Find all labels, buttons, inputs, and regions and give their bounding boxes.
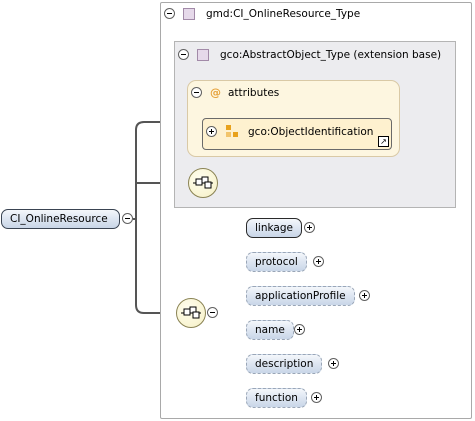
expand-protocol-icon[interactable] <box>313 256 324 267</box>
abstract-type-icon <box>197 49 209 61</box>
attribute-group-label: gco:ObjectIdentification <box>248 126 374 138</box>
expand-linkage-icon[interactable] <box>304 222 315 233</box>
root-element-label: CI_OnlineResource <box>10 213 108 225</box>
element-function[interactable]: function <box>246 388 307 408</box>
at-sign-icon: @ <box>210 86 221 99</box>
element-label: name <box>255 324 285 336</box>
external-link-icon[interactable]: ↗ <box>378 136 389 147</box>
element-label: function <box>255 392 298 404</box>
sequence-symbol-icon <box>193 176 213 189</box>
element-label: description <box>255 358 314 370</box>
element-description[interactable]: description <box>246 354 323 374</box>
collapse-root-icon[interactable] <box>122 213 133 224</box>
attribute-group-icon <box>226 125 238 137</box>
expand-function-icon[interactable] <box>311 392 322 403</box>
root-element-ci-online-resource[interactable]: CI_OnlineResource <box>1 209 120 229</box>
sequence-symbol-icon <box>181 306 201 319</box>
element-label: applicationProfile <box>255 290 346 302</box>
expand-name-icon[interactable] <box>294 324 305 335</box>
element-linkage[interactable]: linkage <box>246 218 302 238</box>
element-label: linkage <box>255 222 293 234</box>
expand-attribute-group-icon[interactable] <box>206 126 217 137</box>
expand-application-profile-icon[interactable] <box>359 290 370 301</box>
element-name[interactable]: name <box>246 320 294 340</box>
complex-type-icon <box>183 8 195 20</box>
complex-type-title: gmd:CI_OnlineResource_Type <box>206 8 361 20</box>
collapse-attributes-icon[interactable] <box>191 87 202 98</box>
collapse-sequence-icon[interactable] <box>207 307 218 318</box>
attributes-title: attributes <box>228 87 280 99</box>
collapse-extension-icon[interactable] <box>178 49 189 60</box>
element-application-profile[interactable]: applicationProfile <box>246 286 355 306</box>
element-protocol[interactable]: protocol <box>246 252 307 272</box>
expand-description-icon[interactable] <box>328 358 339 369</box>
element-label: protocol <box>255 256 298 268</box>
extension-base-title: gco:AbstractObject_Type (extension base) <box>220 49 442 61</box>
collapse-type-icon[interactable] <box>164 8 175 19</box>
